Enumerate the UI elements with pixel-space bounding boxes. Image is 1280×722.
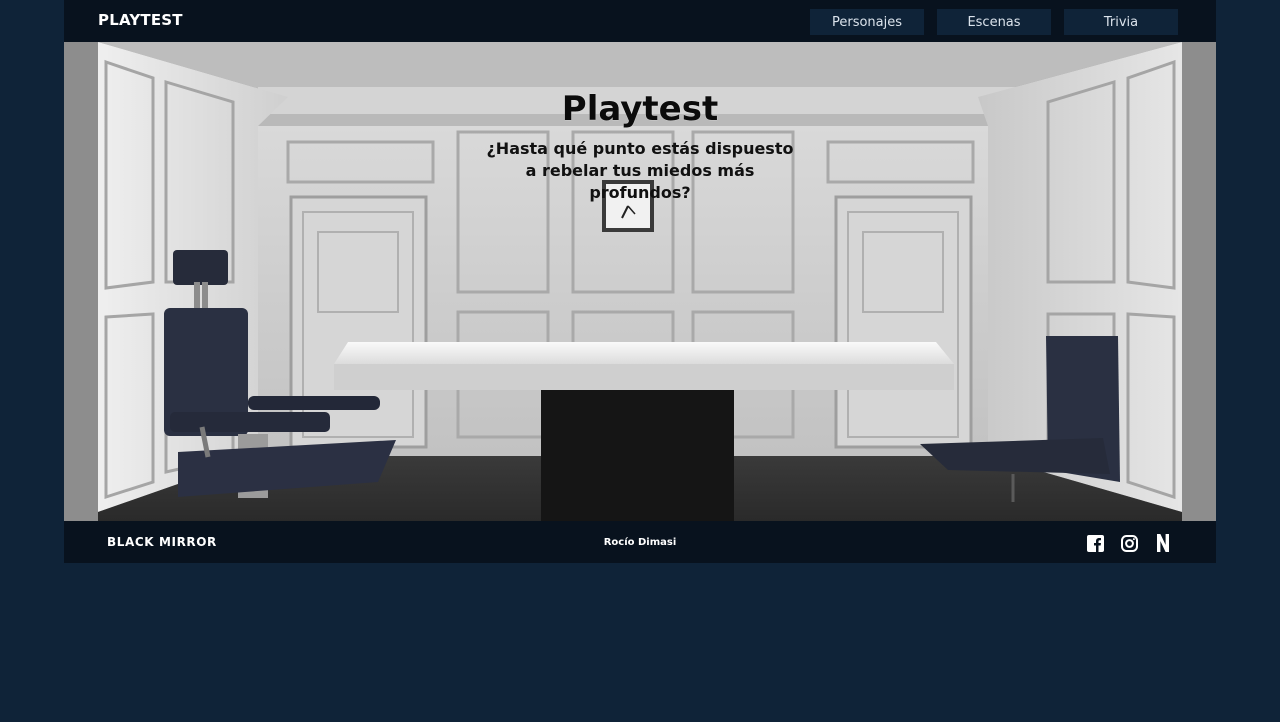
nav-trivia-button[interactable]: Trivia — [1064, 9, 1178, 35]
nav-personajes-button[interactable]: Personajes — [810, 9, 924, 35]
nav-escenas-button[interactable]: Escenas — [937, 9, 1051, 35]
top-navbar: PLAYTEST Personajes Escenas Trivia — [64, 0, 1216, 42]
footer: BLACK MIRROR Rocío Dimasi — [64, 521, 1216, 563]
instagram-icon[interactable] — [1120, 534, 1138, 552]
hero-banner: Playtest ¿Hasta qué punto estás dispuest… — [64, 42, 1216, 521]
page-frame: PLAYTEST Personajes Escenas Trivia Playt… — [64, 0, 1216, 563]
author-credit: Rocío Dimasi — [603, 537, 677, 548]
netflix-icon[interactable] — [1154, 534, 1172, 552]
hero-title: Playtest — [561, 89, 719, 129]
main-nav: Personajes Escenas Trivia — [810, 9, 1178, 35]
facebook-icon[interactable] — [1086, 534, 1104, 552]
hero-subtitle: ¿Hasta qué punto estás dispuesto a rebel… — [486, 139, 794, 202]
social-links — [1086, 534, 1172, 552]
brand-logo[interactable]: PLAYTEST — [98, 11, 183, 29]
